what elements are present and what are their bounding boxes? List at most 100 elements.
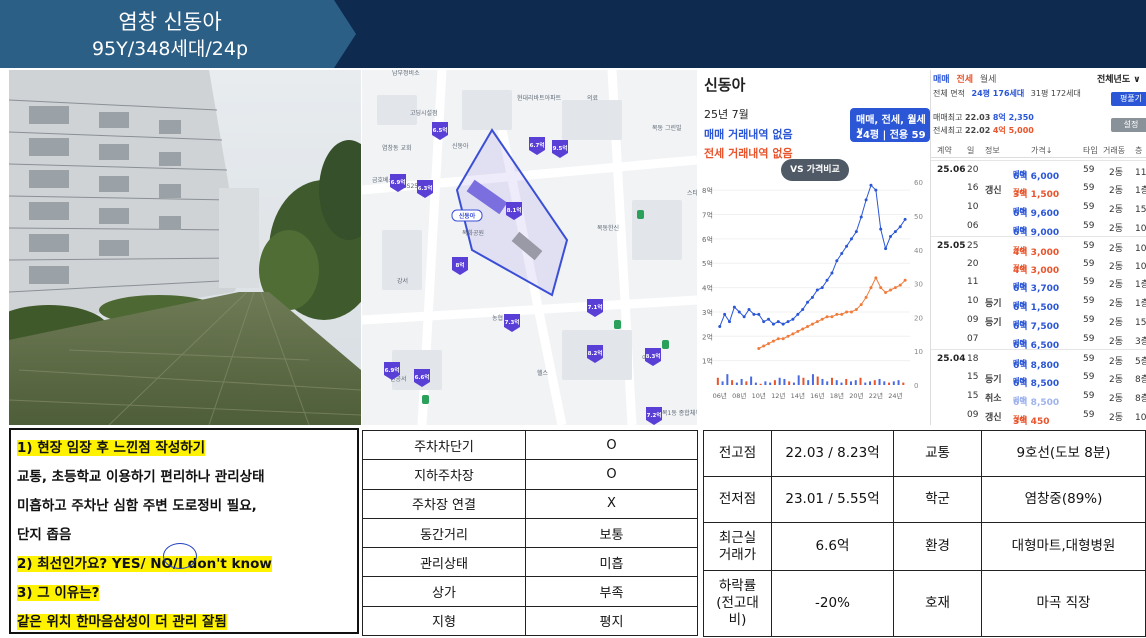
table-row[interactable]: 25.0418매매6억 8,800592동5층 xyxy=(931,349,1146,371)
series-point xyxy=(820,286,824,290)
row-floor: 10층 xyxy=(1135,412,1146,423)
map-label: 농협 xyxy=(492,314,503,322)
settings-button[interactable]: 설정 xyxy=(1111,118,1146,132)
map-label: 고딩시설점 xyxy=(410,109,438,117)
table-row[interactable]: 09갱신전세3억 450592동10층 xyxy=(931,406,1146,425)
answer-1-line1: 교통, 초등학교 이용하기 편리하나 관리상태 xyxy=(17,469,265,485)
series-point xyxy=(835,312,839,316)
volume-bar xyxy=(740,378,743,385)
table-row[interactable]: 25.0525전세4억 3,000592동10층 xyxy=(931,235,1146,258)
table-row[interactable]: 15취소매매6억 8,500592동8층 xyxy=(931,387,1146,408)
volume-bar xyxy=(754,382,757,385)
series-point xyxy=(879,227,883,231)
series-point xyxy=(742,315,746,319)
facility-label: 주차장 연결 xyxy=(362,488,526,519)
row-floor: 15층 xyxy=(1135,204,1146,215)
row-floor: 8층 xyxy=(1135,393,1146,404)
map-price-pin-label: 6.9억 xyxy=(391,178,406,186)
table-row[interactable]: 06매매6억 9,000592동10층 xyxy=(931,217,1146,238)
series-point xyxy=(845,244,849,248)
info-key: 하락률 (전고대 비) xyxy=(703,570,772,637)
volume-bar xyxy=(750,376,753,385)
map-canvas: 남부정비소고딩시설점염창동 교회현대리바트아파트신동아의료금호베스트GS25목동… xyxy=(362,70,697,425)
facility-value: 부족 xyxy=(525,576,698,607)
facility-label: 동간거리 xyxy=(362,517,526,549)
facility-row: 동간거리 보통 xyxy=(362,517,698,549)
series-point xyxy=(737,310,741,314)
facility-table: 주차차단기 O 지하주차장 O 주차장 연결 X 동간거리 보통 관리상태 미흡 상가 부족 지형 평지 xyxy=(362,429,698,637)
volume-bar xyxy=(883,381,886,385)
info-value: 22.03 / 8.23억 xyxy=(771,430,894,477)
table-row[interactable]: 25.0620매매6억 6,000592동11층 xyxy=(931,160,1146,182)
question-1-text: 1) 현장 임장 후 느낀점 작성하기 xyxy=(17,440,206,456)
pyeong-button[interactable]: 평풀기 xyxy=(1111,92,1146,106)
series-point xyxy=(781,337,785,341)
row-floor: 8층 xyxy=(1135,374,1146,385)
answer-1-line2: 미흡하고 주차난 심함 주변 도로정비 필요, xyxy=(17,498,257,514)
table-row[interactable]: 16갱신전세3억 1,500592동1층 xyxy=(931,179,1146,200)
row-type: 59 xyxy=(1083,371,1095,382)
facility-row: 관리상태 미흡 xyxy=(362,547,698,578)
row-info: 등기 xyxy=(985,318,1002,329)
series-point xyxy=(796,329,800,333)
map-price-pin-label: 7.2억 xyxy=(647,411,662,419)
volume-bar xyxy=(878,378,881,385)
row-type: 59 xyxy=(1083,334,1095,345)
row-dong: 2동 xyxy=(1109,280,1124,291)
series-point xyxy=(776,337,780,341)
tab-monthly[interactable]: 월세 xyxy=(980,75,997,85)
volume-bar xyxy=(821,378,824,385)
trade-type-dropdown[interactable]: 매매, 전세, 월세 ∨ 24평 | 전용 59㎡ xyxy=(850,108,930,156)
row-month: 25.06 xyxy=(937,165,966,175)
area-31[interactable]: 31평 172세대 xyxy=(1031,89,1081,98)
volume-bar xyxy=(769,382,772,385)
volume-bar xyxy=(835,380,838,385)
volume-bar xyxy=(826,381,829,385)
area-24[interactable]: 24평 176세대 xyxy=(972,89,1025,98)
map-price-pin-label: 6.9억 xyxy=(385,366,400,374)
location-map[interactable]: 남부정비소 고딩시설점 염창동 교회 현대리바트아파트 신동아 의료 금호베스트 GS25 목동… xyxy=(362,70,697,425)
chart-month: 25년 7월 xyxy=(704,108,749,121)
table-row[interactable]: 10매매6억 9,600592동15층 xyxy=(931,198,1146,219)
tab-lease[interactable]: 전세 xyxy=(956,75,973,85)
row-type: 59 xyxy=(1083,354,1095,364)
table-row[interactable]: 07매매6억 6,500592동3층 xyxy=(931,330,1146,351)
info-value: 염창중(89%) xyxy=(981,476,1146,523)
series-line xyxy=(719,184,906,327)
y2-tick-label: 0 xyxy=(914,382,918,390)
table-row[interactable]: 15등기매매6억 8,500592동8층 xyxy=(931,368,1146,389)
row-dong: 2동 xyxy=(1109,243,1124,254)
y2-tick-label: 20 xyxy=(914,314,923,322)
volume-bar xyxy=(802,377,805,385)
map-price-pin-label: 6.6억 xyxy=(415,373,430,381)
x-tick-label: 12년 xyxy=(771,391,785,400)
table-row[interactable]: 11매매6억 3,700592동1층 xyxy=(931,273,1146,294)
table-row[interactable]: 09등기매매6억 7,500592동15층 xyxy=(931,311,1146,332)
row-day: 11 xyxy=(967,277,979,288)
volume-bar xyxy=(869,381,872,385)
col-price[interactable]: 가격↓ xyxy=(1031,145,1052,156)
y-tick-label: 8억 xyxy=(702,187,713,195)
series-point xyxy=(893,286,897,290)
row-day: 09 xyxy=(967,409,979,420)
series-point xyxy=(771,322,775,326)
row-floor: 1층 xyxy=(1135,280,1146,291)
volume-bar xyxy=(840,382,843,385)
series-point xyxy=(825,315,829,319)
price-chart-panel: 신동아 25년 7월 매매 거래내역 없음 전세 거래내역 없음 매매, 전세,… xyxy=(698,70,930,425)
table-row[interactable]: 20전세4억 3,000592동10층 xyxy=(931,255,1146,276)
col-contract: 계약 xyxy=(937,146,952,155)
facility-value: 보통 xyxy=(525,517,698,549)
table-row[interactable]: 10등기매매6억 1,500592동1층 xyxy=(931,292,1146,313)
volume-bar xyxy=(731,380,734,385)
map-label: 신동아 xyxy=(452,142,469,150)
map-label: 강서 xyxy=(397,277,408,285)
year-filter[interactable]: 전체년도 ∨ xyxy=(1097,72,1141,85)
volume-bar xyxy=(845,378,848,385)
info-key: 전고점 xyxy=(703,430,772,477)
apartment-photo-illustration xyxy=(9,70,361,425)
row-type: 59 xyxy=(1083,315,1095,326)
series-point xyxy=(869,286,873,290)
row-dong: 2동 xyxy=(1109,374,1124,385)
tab-sale[interactable]: 매매 xyxy=(933,75,950,85)
